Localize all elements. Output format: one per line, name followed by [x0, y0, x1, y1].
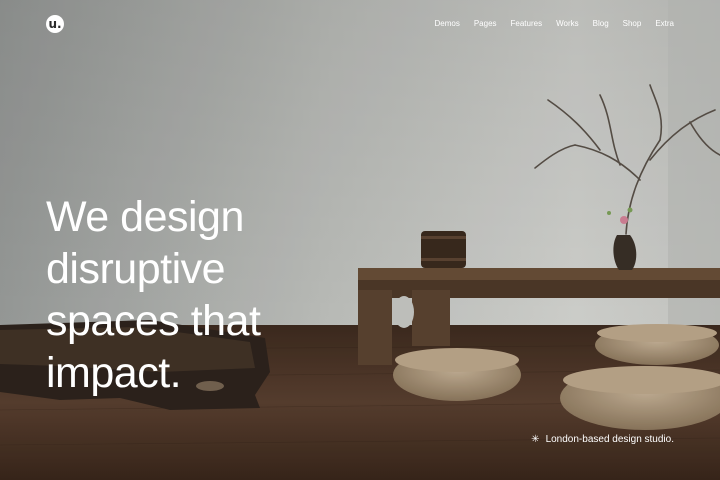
asterisk-icon: ✳ [531, 434, 540, 445]
nav-item-pages[interactable]: Pages [474, 17, 497, 31]
logo[interactable]: u. [46, 15, 64, 33]
nav-item-shop[interactable]: Shop [623, 17, 642, 31]
main-nav: Demos Pages Features Works Blog Shop Ext… [434, 17, 674, 31]
hero-headline: We design disruptive spaces that impact. [46, 191, 261, 399]
site-header: u. Demos Pages Features Works Blog Shop … [0, 0, 720, 48]
nav-item-demos[interactable]: Demos [434, 17, 459, 31]
nav-item-blog[interactable]: Blog [593, 17, 609, 31]
nav-item-extra[interactable]: Extra [655, 17, 674, 31]
hero-section: u. Demos Pages Features Works Blog Shop … [0, 0, 720, 480]
headline-line-2: disruptive [46, 245, 226, 293]
headline-line-1: We design [46, 193, 244, 241]
headline-line-3: spaces that [46, 297, 261, 345]
headline-line-4: impact. [46, 349, 182, 397]
tagline-text: London-based design studio. [545, 434, 674, 445]
nav-item-features[interactable]: Features [511, 17, 543, 31]
studio-tagline: ✳ London-based design studio. [531, 433, 674, 447]
nav-item-works[interactable]: Works [556, 17, 579, 31]
